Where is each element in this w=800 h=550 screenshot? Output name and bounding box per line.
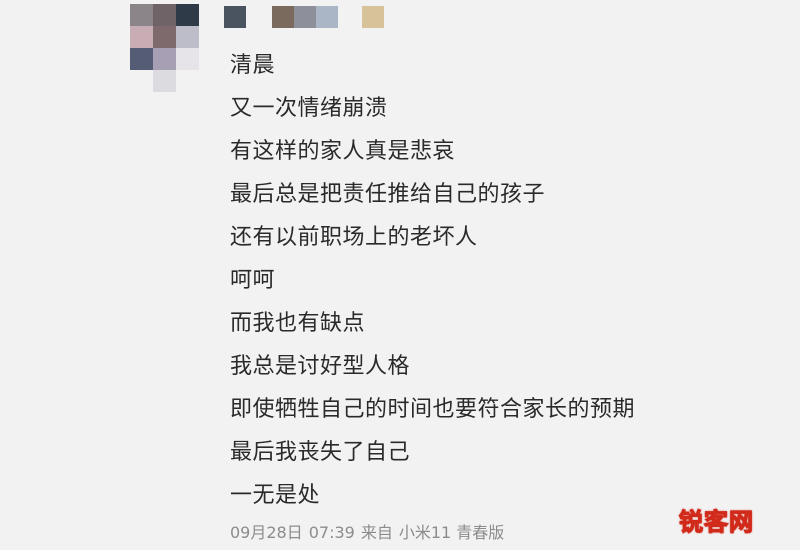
avatar-pixel — [153, 48, 176, 70]
post-date[interactable]: 09月28日 — [230, 523, 303, 542]
post-line: 最后我丧失了自己 — [230, 440, 411, 465]
avatar-pixel — [153, 26, 176, 48]
post-line: 即使牺牲自己的时间也要符合家长的预期 — [230, 397, 636, 422]
post-line: 还有以前职场上的老坏人 — [230, 225, 478, 250]
site-watermark: 锐客网 — [679, 508, 754, 537]
username-pixel — [294, 6, 316, 28]
avatar-pixel — [130, 4, 153, 26]
device-name: 小米11 青春版 — [398, 523, 505, 542]
post-line: 我总是讨好型人格 — [230, 354, 411, 379]
avatar-pixel — [153, 70, 176, 92]
avatar-blurred[interactable] — [130, 4, 205, 92]
post-line: 而我也有缺点 — [230, 311, 366, 336]
avatar-pixel — [130, 48, 153, 70]
post-line: 又一次情绪崩溃 — [230, 96, 388, 121]
username-pixel — [362, 6, 384, 28]
post-line: 清晨 — [230, 53, 276, 78]
post-meta: 09月28日 07:39 来自 小米11 青春版 — [230, 519, 510, 543]
source-prefix: 来自 — [360, 523, 393, 542]
avatar-pixel — [153, 4, 176, 26]
post-time[interactable]: 07:39 — [309, 523, 355, 542]
post-line: 一无是处 — [230, 483, 321, 508]
post-line: 最后总是把责任推给自己的孩子 — [230, 182, 546, 207]
avatar-pixel — [176, 26, 199, 48]
username-pixel — [272, 6, 294, 28]
post-line: 有这样的家人真是悲哀 — [230, 139, 456, 164]
username-pixel — [316, 6, 338, 28]
avatar-pixel — [130, 26, 153, 48]
username-pixel — [224, 6, 246, 28]
avatar-pixel — [176, 4, 199, 26]
post-content: 清晨 又一次情绪崩溃 有这样的家人真是悲哀 最后总是把责任推给自己的孩子 还有以… — [230, 44, 635, 517]
avatar-pixel — [176, 48, 199, 70]
post-line: 呵呵 — [230, 268, 276, 293]
